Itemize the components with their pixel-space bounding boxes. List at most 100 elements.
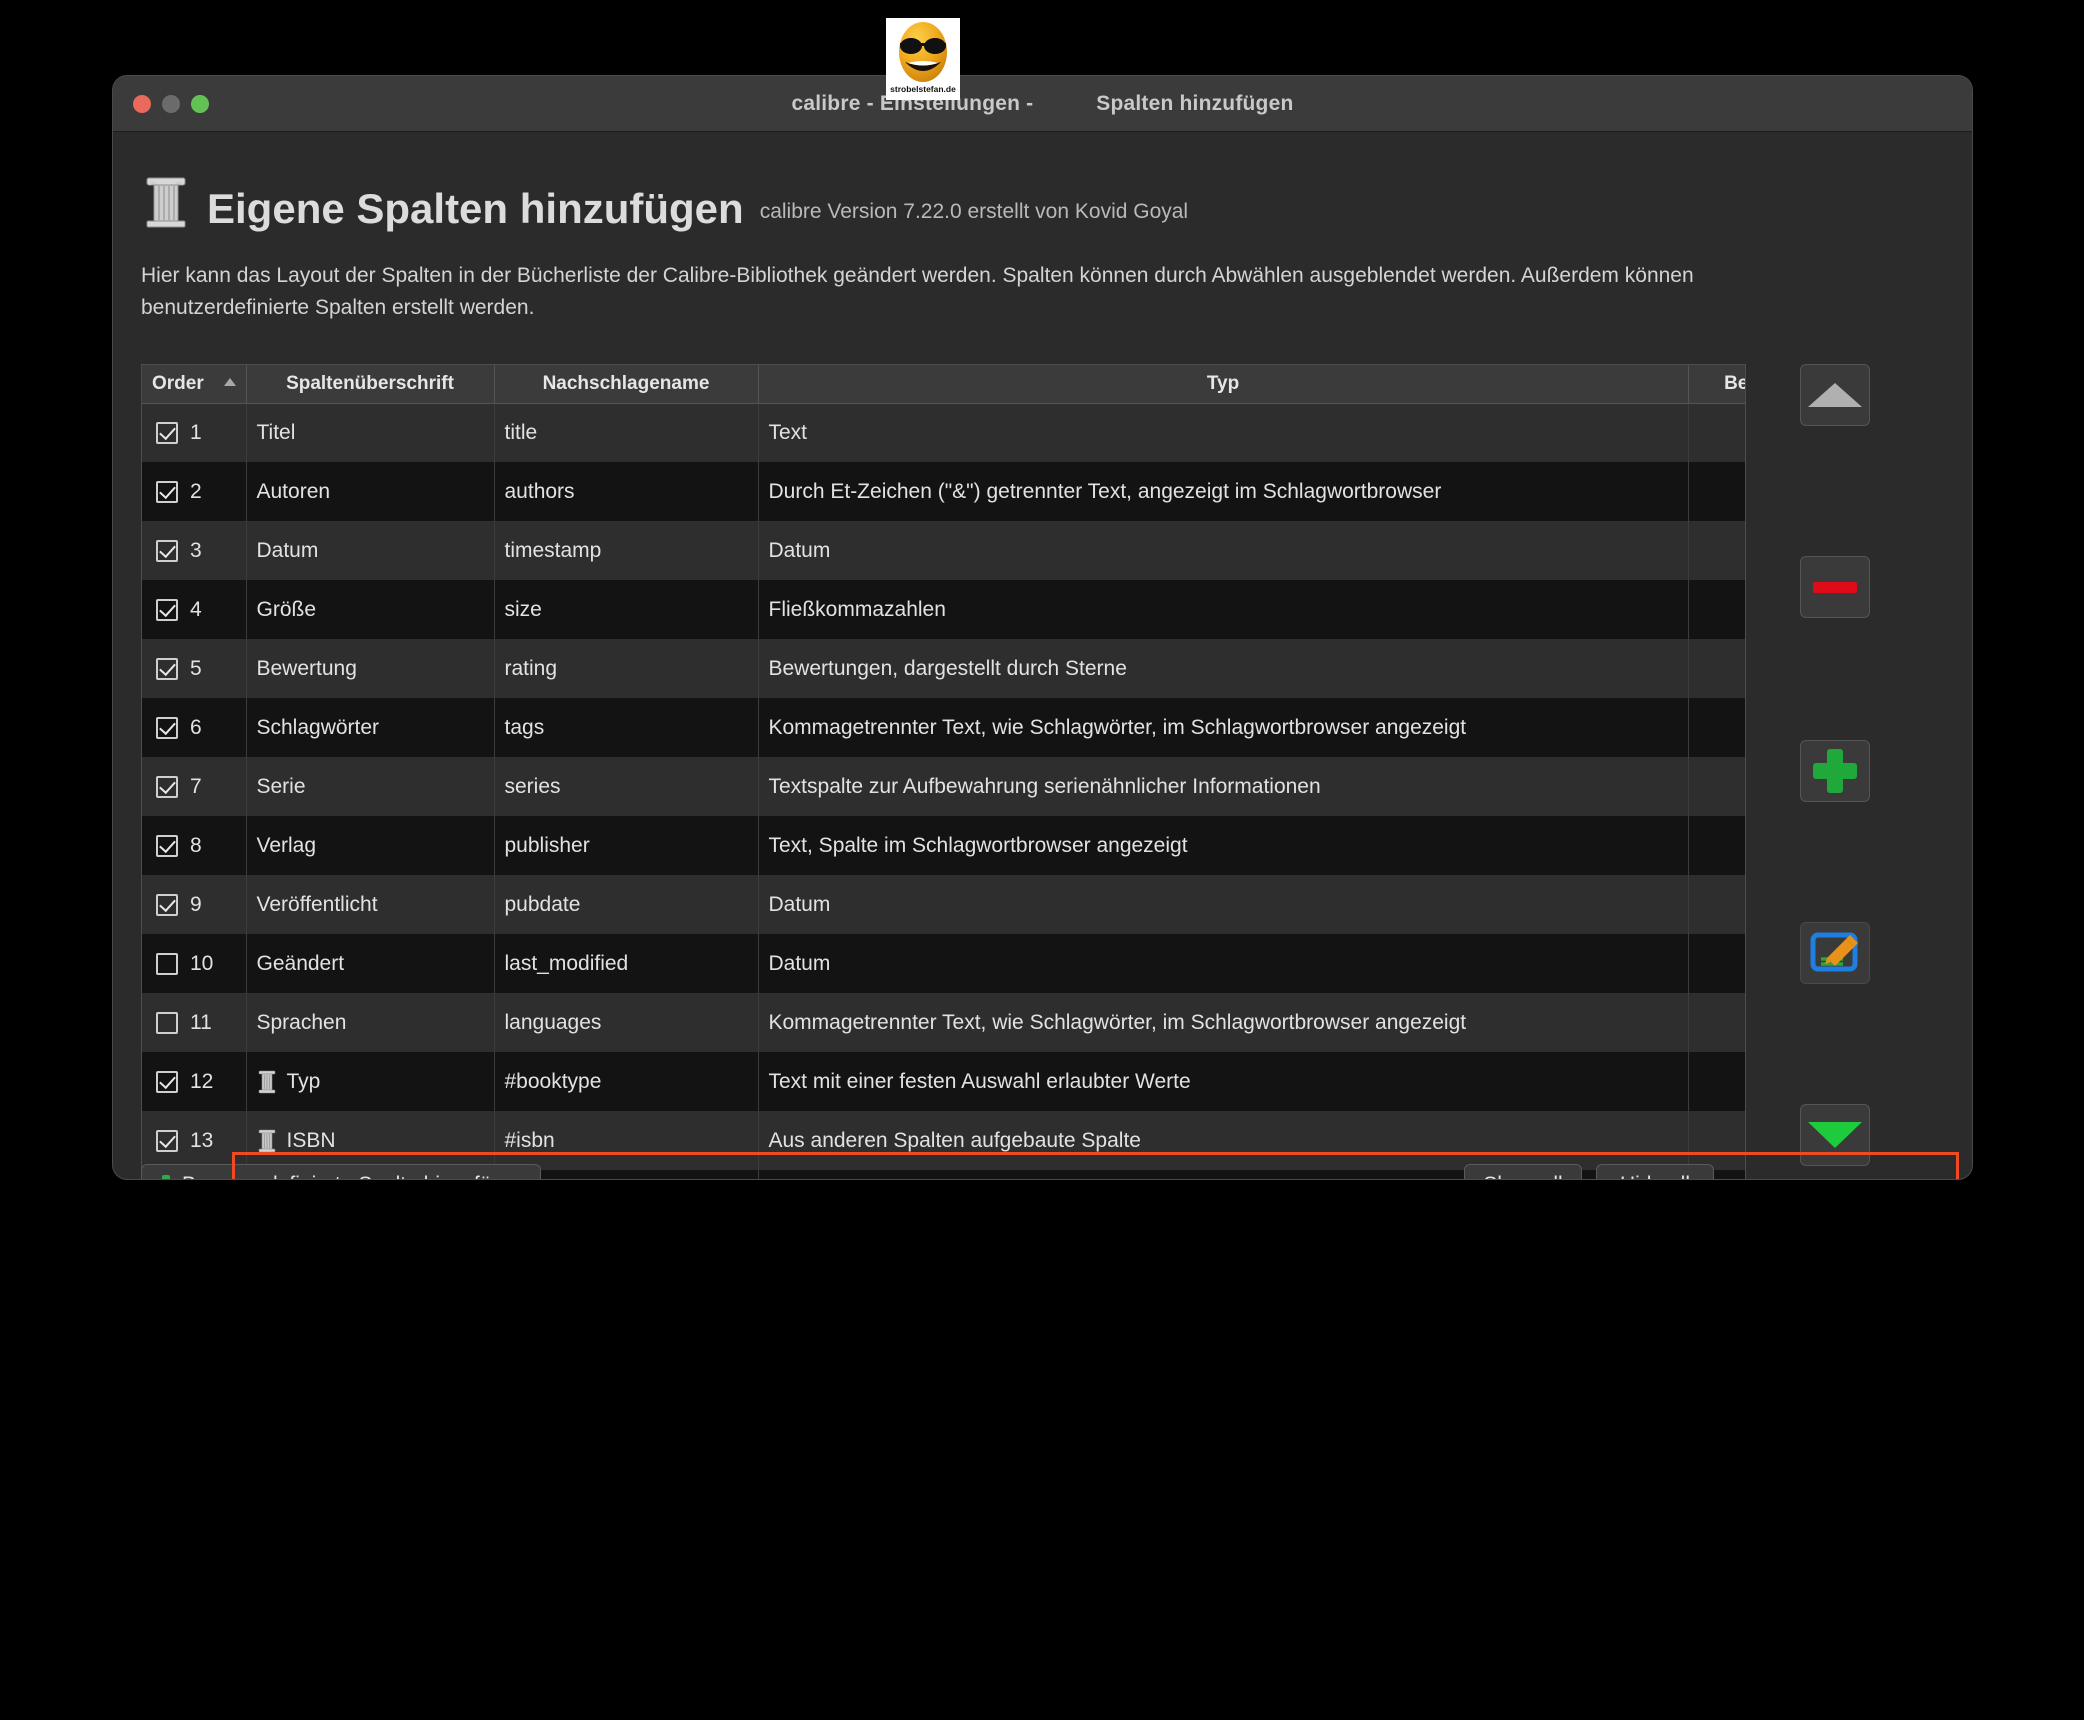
plus-icon	[1813, 749, 1857, 793]
cell-description	[1688, 403, 1745, 462]
custom-column-icon	[258, 1070, 275, 1093]
cell-column-title: Bewertung	[246, 639, 495, 698]
cell-column-title: ISBN	[246, 1111, 495, 1170]
triangle-up-icon	[1808, 383, 1862, 407]
table-row[interactable]: 1 Titel title Text	[142, 403, 1745, 462]
column-title-text: Größe	[256, 597, 317, 621]
sunglasses-smiley-emoji-icon	[899, 22, 947, 82]
visibility-checkbox[interactable]	[156, 657, 178, 680]
table-row[interactable]: 8 Verlag publisher Text, Spalte im Schlagwo…	[142, 816, 1745, 875]
visibility-checkbox[interactable]	[156, 480, 178, 503]
cell-description	[1688, 934, 1745, 993]
table-row[interactable]: 2 Autoren authors Durch Et-Zeichen ("&") ge…	[142, 462, 1745, 521]
cell-description	[1688, 993, 1745, 1052]
plus-icon	[156, 1175, 176, 1179]
window-body: Eigene Spalten hinzufügen calibre Versio…	[113, 132, 1972, 1179]
table-row[interactable]: 13 ISBN #isbn Aus anderen Spalten aufgebaut…	[142, 1111, 1745, 1170]
visibility-checkbox[interactable]	[156, 716, 178, 739]
visibility-checkbox[interactable]	[156, 598, 178, 621]
watermark-text: strobelstefan.de	[890, 84, 956, 94]
table-row[interactable]: 10 Geändert last_modified Datum	[142, 934, 1745, 993]
table-row[interactable]: 7 Serie series Textspalte zur Aufbewahrung …	[142, 757, 1745, 816]
column-title-text: Autoren	[256, 479, 331, 503]
cell-column-title: Datum	[246, 521, 495, 580]
cell-type: Datum	[758, 521, 1689, 580]
show-all-button[interactable]: Show all	[1464, 1164, 1582, 1179]
cell-column-title: Typ	[246, 1052, 495, 1111]
column-title-text: Typ	[286, 1069, 321, 1093]
table-row[interactable]: 11 Sprachen languages Kommagetrennter Text,…	[142, 993, 1745, 1052]
visibility-checkbox[interactable]	[156, 952, 178, 975]
table-row[interactable]: 9 Veröffentlicht pubdate Datum	[142, 875, 1745, 934]
order-number: 12	[190, 1069, 214, 1093]
cell-lookup-name: #booktype	[494, 1052, 759, 1111]
table-row[interactable]: 4 Größe size Fließkommazahlen	[142, 580, 1745, 639]
cell-order: 12	[142, 1052, 247, 1111]
add-custom-column-button[interactable]: Benutzerdefinierte Spalte hinzufügen	[141, 1164, 542, 1179]
hide-all-button[interactable]: Hide all	[1596, 1164, 1714, 1179]
column-header-title[interactable]: Spaltenüberschrift	[246, 365, 495, 404]
cell-column-title: Schlagwörter	[246, 698, 495, 757]
page-header: Eigene Spalten hinzufügen calibre Versio…	[113, 132, 1972, 230]
visibility-checkbox[interactable]	[156, 1070, 178, 1093]
visibility-checkbox[interactable]	[156, 1011, 178, 1034]
cell-description	[1688, 1111, 1745, 1170]
column-icon	[146, 177, 186, 228]
order-number: 8	[190, 833, 202, 857]
table-row[interactable]: 5 Bewertung rating Bewertungen, dargestellt…	[142, 639, 1745, 698]
order-number: 4	[190, 597, 202, 621]
watermark-overlay: strobelstefan.de	[886, 18, 960, 100]
custom-column-icon	[258, 1129, 275, 1152]
cell-order: 1	[142, 403, 247, 462]
version-label: calibre Version 7.22.0 erstellt von Kovi…	[759, 200, 1189, 223]
cell-lookup-name: #isbn	[494, 1111, 759, 1170]
cell-order: 4	[142, 580, 247, 639]
triangle-down-icon	[1808, 1122, 1862, 1148]
visibility-checkbox[interactable]	[156, 421, 178, 444]
cell-description	[1688, 462, 1745, 521]
order-number: 10	[190, 951, 214, 975]
column-title-text: Verlag	[256, 833, 317, 857]
visibility-checkbox[interactable]	[156, 539, 178, 562]
columns-table-container[interactable]: Order Spaltenüberschrift Nachschlagename…	[141, 364, 1746, 1179]
move-up-button[interactable]	[1800, 364, 1870, 426]
visibility-checkbox[interactable]	[156, 893, 178, 916]
cell-description	[1688, 698, 1745, 757]
table-row[interactable]: 6 Schlagwörter tags Kommagetrennter Text, w…	[142, 698, 1745, 757]
visibility-checkbox[interactable]	[156, 775, 178, 798]
column-header-order[interactable]: Order	[142, 365, 247, 404]
cell-description	[1688, 757, 1745, 816]
cell-type: Bewertungen, dargestellt durch Sterne	[758, 639, 1689, 698]
cell-column-title: Serie	[246, 757, 495, 816]
cell-order: 8	[142, 816, 247, 875]
column-header-description[interactable]: Beschreib	[1688, 365, 1745, 404]
cell-lookup-name: title	[494, 403, 759, 462]
column-header-type[interactable]: Typ	[758, 365, 1689, 404]
cell-column-title: Größe	[246, 580, 495, 639]
column-title-text: Geändert	[256, 951, 345, 975]
order-number: 3	[190, 538, 202, 562]
order-number: 11	[190, 1010, 212, 1034]
visibility-checkbox[interactable]	[156, 834, 178, 857]
show-all-label: Show all	[1483, 1173, 1562, 1179]
table-row[interactable]: 12 Typ #booktype Text mit einer festen Ausw…	[142, 1052, 1745, 1111]
cell-type: Textspalte zur Aufbewahrung serienähnlic…	[758, 757, 1689, 816]
order-number: 5	[190, 656, 202, 680]
visibility-checkbox[interactable]	[156, 1129, 178, 1152]
cell-order: 3	[142, 521, 247, 580]
cell-column-title: Verlag	[246, 816, 495, 875]
cell-description	[1688, 816, 1745, 875]
add-column-button[interactable]	[1800, 740, 1870, 802]
column-title-text: ISBN	[286, 1128, 336, 1152]
remove-column-button[interactable]	[1800, 556, 1870, 618]
column-header-lookup[interactable]: Nachschlagename	[494, 365, 759, 404]
cell-order: 2	[142, 462, 247, 521]
column-header-order-label: Order	[152, 372, 204, 394]
minus-icon	[1813, 581, 1857, 593]
window-title: calibre - Einstellungen - XXXXSpalten hi…	[113, 92, 1972, 116]
move-down-button[interactable]	[1800, 1104, 1870, 1166]
table-row[interactable]: 3 Datum timestamp Datum	[142, 521, 1745, 580]
cell-lookup-name: timestamp	[494, 521, 759, 580]
edit-column-button[interactable]	[1800, 922, 1870, 984]
column-title-text: Datum	[256, 538, 319, 562]
